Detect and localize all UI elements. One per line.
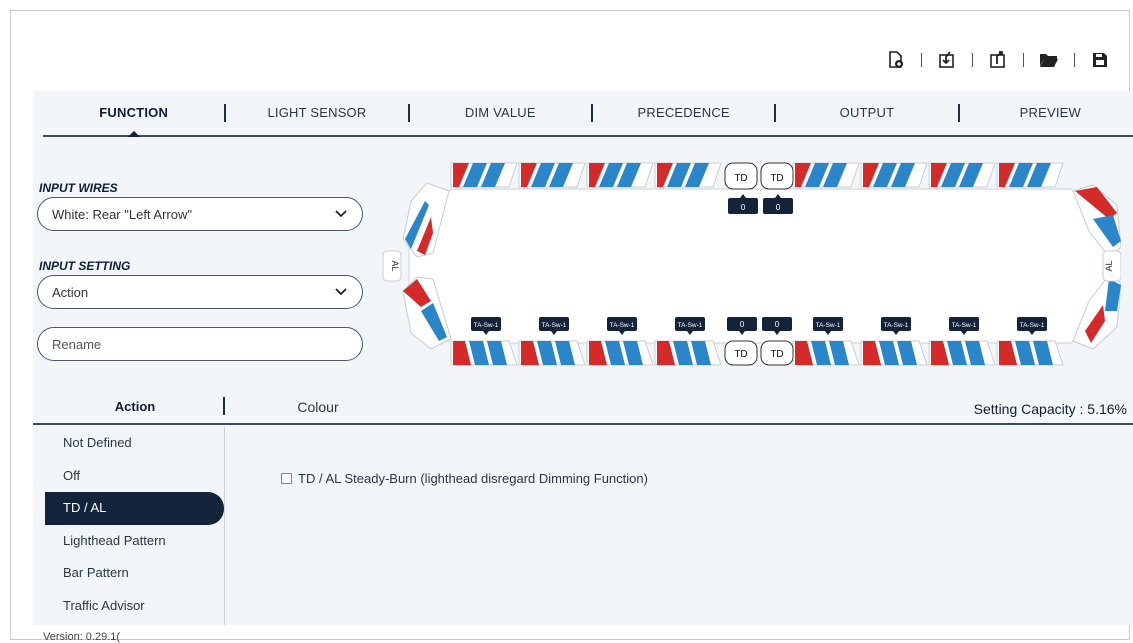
lighthead-bottom-4[interactable] <box>654 340 722 366</box>
tab-action[interactable]: Action <box>103 391 167 423</box>
open-folder-icon[interactable] <box>1038 49 1060 71</box>
ta-badge-label: TA-Sw-1 <box>952 322 977 329</box>
input-wires-label: INPUT WIRES <box>39 181 118 195</box>
toolbar-separator <box>1023 53 1024 67</box>
td-value-bottom-1: 0 <box>740 320 745 329</box>
steady-burn-label: TD / AL Steady-Burn (lighthead disregard… <box>298 471 648 486</box>
lighthead-bottom-1[interactable] <box>450 340 518 366</box>
steady-burn-checkbox[interactable] <box>281 473 292 484</box>
tab-separator <box>223 397 225 415</box>
setting-capacity: Setting Capacity : 5.16% <box>974 401 1127 417</box>
tab-light-sensor[interactable]: LIGHT SENSOR <box>226 90 407 136</box>
list-item-not-defined[interactable]: Not Defined <box>33 427 224 460</box>
lighthead-bottom-7[interactable] <box>928 340 996 366</box>
ta-badge-label: TA-Sw-1 <box>474 322 499 329</box>
new-file-icon[interactable] <box>885 49 907 71</box>
import-icon[interactable] <box>936 49 958 71</box>
td-label-top-1: TD <box>734 173 747 184</box>
list-item-traffic-advisor[interactable]: Traffic Advisor <box>33 590 224 623</box>
ta-badge-label: TA-Sw-1 <box>884 322 909 329</box>
lighthead-bottom-6[interactable] <box>860 340 928 366</box>
lightbar-diagram: TD TD 0 0 AL AL TD TD TA-Sw-1 TA-Sw-1 TA… <box>382 162 1121 366</box>
lighthead-bottom-2[interactable] <box>518 340 586 366</box>
input-setting-label: INPUT SETTING <box>39 259 131 273</box>
lighthead-top-8[interactable] <box>996 162 1064 188</box>
tab-preview[interactable]: PREVIEW <box>960 90 1133 136</box>
rename-input[interactable] <box>37 327 363 361</box>
lighthead-bottom-8[interactable] <box>996 340 1064 366</box>
export-icon[interactable] <box>987 49 1009 71</box>
app-window: FUNCTION LIGHT SENSOR DIM VALUE PRECEDEN… <box>10 10 1133 643</box>
input-setting-value: Action <box>52 284 89 300</box>
td-value-bottom-2: 0 <box>775 320 780 329</box>
setting-capacity-label: Setting Capacity <box>973 401 1076 417</box>
lighthead-top-2[interactable] <box>518 162 586 188</box>
tab-precedence[interactable]: PRECEDENCE <box>593 90 774 136</box>
toolbar-separator <box>972 53 973 67</box>
tab-dim-value[interactable]: DIM VALUE <box>410 90 591 136</box>
lighthead-top-3[interactable] <box>586 162 654 188</box>
toolbar <box>885 49 1111 71</box>
lighthead-top-4[interactable] <box>654 162 722 188</box>
td-label-bottom-1: TD <box>734 349 747 360</box>
input-wires-value: White: Rear "Left Arrow" <box>52 206 192 222</box>
save-icon[interactable] <box>1089 49 1111 71</box>
list-item-td-al[interactable]: TD / AL <box>45 492 224 525</box>
steady-burn-option[interactable]: TD / AL Steady-Burn (lighthead disregard… <box>281 471 648 486</box>
td-label-bottom-2: TD <box>770 349 783 360</box>
td-value-top-1: 0 <box>741 203 746 212</box>
input-wires-select[interactable]: White: Rear "Left Arrow" <box>37 197 363 231</box>
ta-badge-label: TA-Sw-1 <box>542 322 567 329</box>
version-text: Version: 0.29.1( <box>43 631 121 643</box>
ta-badge-label: TA-Sw-1 <box>610 322 635 329</box>
lighthead-top-1[interactable] <box>450 162 518 188</box>
lighthead-top-6[interactable] <box>860 162 928 188</box>
ta-badge-label: TA-Sw-1 <box>816 322 841 329</box>
toolbar-separator <box>1074 53 1075 67</box>
toolbar-separator <box>921 53 922 67</box>
ta-badge-label: TA-Sw-1 <box>1020 322 1045 329</box>
input-setting-select[interactable]: Action <box>37 275 363 309</box>
setting-capacity-value: 5.16% <box>1087 401 1127 417</box>
ta-badge-label: TA-Sw-1 <box>678 322 703 329</box>
chevron-down-icon <box>334 207 348 221</box>
list-item-off[interactable]: Off <box>33 460 224 493</box>
top-tabs: FUNCTION LIGHT SENSOR DIM VALUE PRECEDEN… <box>43 91 1133 137</box>
td-value-top-2: 0 <box>776 203 781 212</box>
list-item-lighthead-pattern[interactable]: Lighthead Pattern <box>33 525 224 558</box>
tab-output[interactable]: OUTPUT <box>776 90 957 136</box>
lighthead-top-7[interactable] <box>928 162 996 188</box>
al-label-right: AL <box>1104 260 1114 271</box>
tab-function[interactable]: FUNCTION <box>43 90 224 137</box>
al-label-left: AL <box>390 260 400 271</box>
main-panel: FUNCTION LIGHT SENSOR DIM VALUE PRECEDEN… <box>33 91 1133 625</box>
lighthead-bottom-5[interactable] <box>792 340 860 366</box>
lighthead-top-5[interactable] <box>792 162 860 188</box>
sub-tabs: Action Colour Setting Capacity : 5.16% <box>33 391 1133 425</box>
chevron-down-icon <box>334 285 348 299</box>
lighthead-bottom-3[interactable] <box>586 340 654 366</box>
tab-colour[interactable]: Colour <box>283 391 353 423</box>
td-label-top-2: TD <box>770 173 783 184</box>
list-item-bar-pattern[interactable]: Bar Pattern <box>33 557 224 590</box>
action-list: Not Defined Off TD / AL Lighthead Patter… <box>33 427 225 625</box>
